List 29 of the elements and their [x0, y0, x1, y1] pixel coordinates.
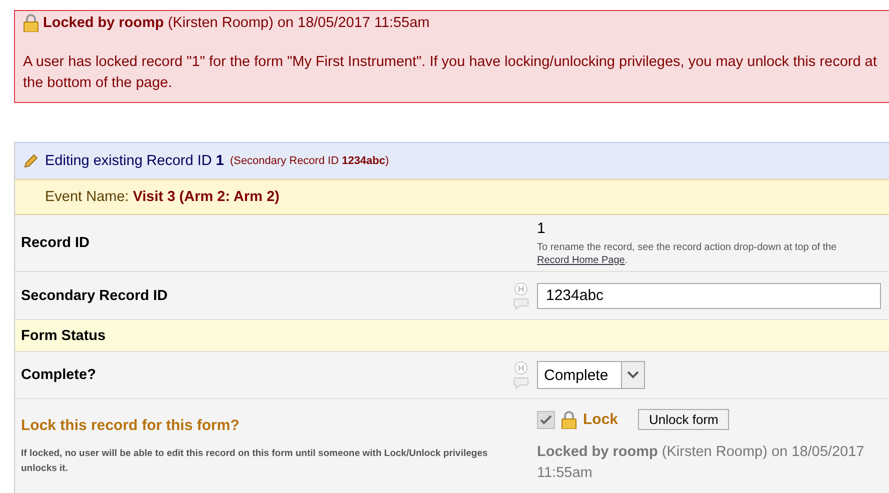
history-icon[interactable] — [514, 282, 528, 296]
history-icon[interactable] — [514, 361, 528, 375]
comment-icon[interactable] — [513, 298, 529, 310]
lock-question: Lock this record for this form? — [21, 417, 240, 434]
padlock-icon — [23, 14, 39, 32]
header-title: Editing existing Record ID 1 — [45, 153, 224, 169]
chevron-icon — [627, 371, 639, 379]
secondary-id: (Secondary Record ID 1234abc) — [230, 155, 389, 167]
lock-checkbox[interactable] — [537, 410, 555, 428]
event-name: Visit 3 (Arm 2: Arm 2) — [132, 189, 280, 205]
padlock-icon — [561, 410, 577, 428]
record-home-link[interactable]: Record Home Page — [537, 254, 625, 266]
rename-note: To rename the record, see the record action drop-down at top of the Record Home Page. — [537, 240, 838, 266]
alert-message: A user has locked record "1" for the form "My First Instrument". If you have locking/unlocking privileges, you may unlock this record at the bottom of the page. — [23, 53, 878, 93]
pencil-icon — [23, 153, 39, 169]
unlock-button[interactable]: Unlock form — [638, 409, 730, 430]
comment-icon[interactable] — [513, 377, 529, 389]
lock-hint: If locked, no user will be able to edit this record on this form until someone with Lock/Unlock privileges unlocks it. — [21, 447, 489, 476]
record-id-value: 1 — [537, 220, 546, 236]
text-field[interactable]: 1234abc — [537, 282, 881, 308]
field-label: Record ID — [21, 235, 90, 251]
status-dropdown[interactable]: Complete — [537, 361, 645, 389]
alert-title: Locked by roomp (Kirsten Roomp) on 18/05/2017 11:55am — [43, 15, 430, 31]
section-title: Form Status — [21, 328, 107, 344]
field-label: Complete? — [21, 367, 97, 383]
field-label: Secondary Record ID — [21, 288, 169, 304]
lock-status: Locked by roomp (Kirsten Roomp) on 18/05/2017 11:55am — [537, 443, 866, 483]
event-label: Event Name: — [45, 189, 129, 205]
lock-label: Lock — [583, 411, 618, 428]
